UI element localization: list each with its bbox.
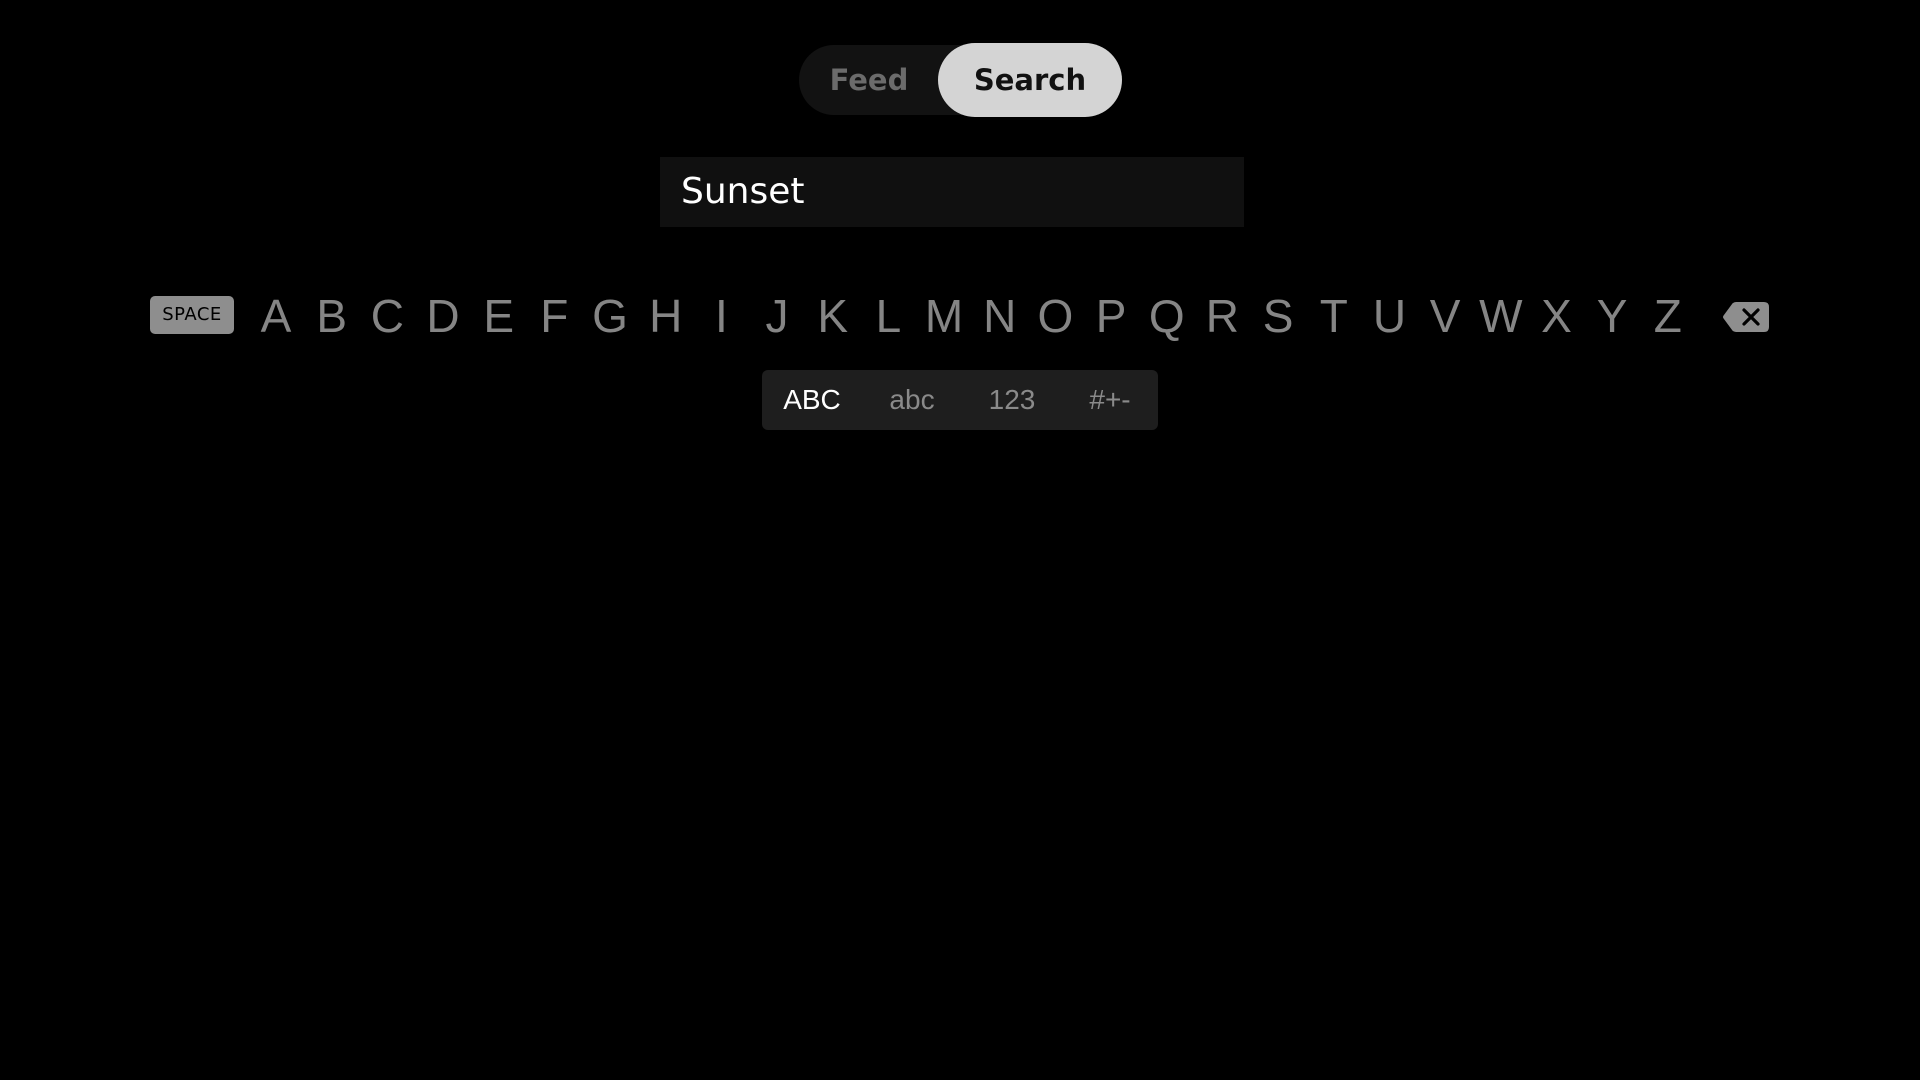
key-p[interactable]: P	[1089, 285, 1133, 347]
key-v[interactable]: V	[1423, 285, 1467, 347]
key-a[interactable]: A	[254, 285, 298, 347]
key-u[interactable]: U	[1367, 285, 1411, 347]
key-k[interactable]: K	[811, 285, 855, 347]
tab-feed[interactable]: Feed	[799, 45, 939, 115]
key-i[interactable]: I	[699, 285, 743, 347]
search-input[interactable]: Sunset	[660, 157, 1244, 227]
mode-numbers[interactable]: 123	[970, 370, 1054, 430]
key-o[interactable]: O	[1033, 285, 1077, 347]
key-l[interactable]: L	[866, 285, 910, 347]
key-f[interactable]: F	[532, 285, 576, 347]
key-y[interactable]: Y	[1590, 285, 1634, 347]
key-r[interactable]: R	[1200, 285, 1244, 347]
key-w[interactable]: W	[1479, 285, 1523, 347]
key-e[interactable]: E	[477, 285, 521, 347]
key-t[interactable]: T	[1312, 285, 1356, 347]
key-x[interactable]: X	[1534, 285, 1578, 347]
key-q[interactable]: Q	[1145, 285, 1189, 347]
key-g[interactable]: G	[588, 285, 632, 347]
key-c[interactable]: C	[365, 285, 409, 347]
key-j[interactable]: J	[755, 285, 799, 347]
key-m[interactable]: M	[922, 285, 966, 347]
tab-search[interactable]: Search	[938, 43, 1122, 117]
backspace-key[interactable]	[1722, 301, 1770, 333]
letter-keys: A B C D E F G H I J K L M N O P Q R S T …	[254, 285, 1690, 347]
keyboard-row: SPACE A B C D E F G H I J K L M N O P Q …	[150, 285, 1770, 347]
mode-lowercase[interactable]: abc	[872, 370, 952, 430]
key-n[interactable]: N	[978, 285, 1022, 347]
key-z[interactable]: Z	[1646, 285, 1690, 347]
key-h[interactable]: H	[644, 285, 688, 347]
mode-uppercase[interactable]: ABC	[772, 370, 852, 430]
key-b[interactable]: B	[310, 285, 354, 347]
tab-bar: Feed Search	[799, 43, 1122, 117]
search-screen: Feed Search Sunset SPACE A B C D E F G H…	[0, 0, 1920, 1080]
backspace-icon	[1723, 302, 1769, 332]
key-s[interactable]: S	[1256, 285, 1300, 347]
space-key[interactable]: SPACE	[150, 296, 234, 334]
mode-symbols[interactable]: #+-	[1070, 370, 1150, 430]
keyboard-mode-selector: ABC abc 123 #+-	[762, 370, 1158, 430]
key-d[interactable]: D	[421, 285, 465, 347]
